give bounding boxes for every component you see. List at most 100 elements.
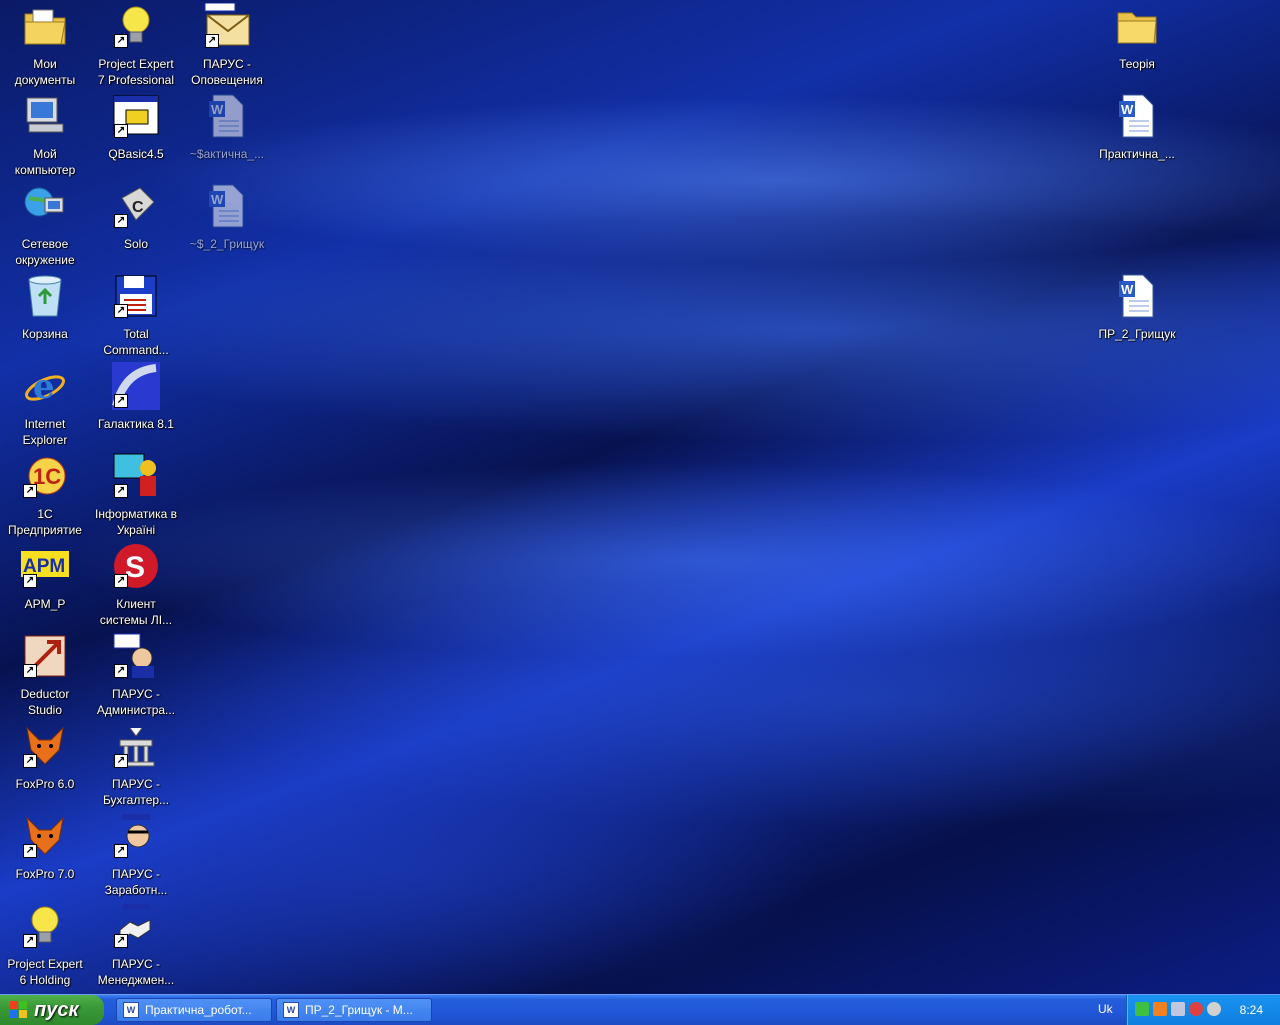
desktop-icon-network[interactable]: Сетевое окружение <box>0 180 90 268</box>
desktop-icon-my-computer[interactable]: Мой компьютер <box>0 90 90 178</box>
my-computer-icon <box>21 92 69 140</box>
icon-label: Internet Explorer <box>22 417 68 447</box>
desktop-icon-recycle-bin[interactable]: Корзина <box>0 270 90 358</box>
icon-label: QBasic4.5 <box>108 147 164 161</box>
desktop-icon-parus-admin[interactable]: ↗ ПАРУС - Администра... <box>91 630 181 718</box>
parus-mail-icon: ↗ <box>203 2 251 50</box>
icon-label: ~$актична_... <box>189 147 265 161</box>
svg-text:e: e <box>33 367 55 407</box>
word-app-icon: W <box>283 1002 299 1018</box>
desktop: Мои документы Мой компьютер Сетевое окру… <box>0 0 1280 994</box>
word-doc-icon: W <box>1113 272 1161 320</box>
icon-label: Total Command... <box>103 327 169 357</box>
project-expert-icon: ↗ <box>112 2 160 50</box>
desktop-icon-informatika[interactable]: ↗ Інформатика в Україні <box>91 450 181 538</box>
shortcut-arrow-icon: ↗ <box>114 124 128 138</box>
icon-label: FoxPro 6.0 <box>15 777 75 791</box>
desktop-icon-project-expert-7[interactable]: ↗ Project Expert 7 Professional <box>91 0 181 88</box>
icon-label: Сетевое окружение <box>15 237 75 267</box>
desktop-icon-total-commander[interactable]: ↗ Total Command... <box>91 270 181 358</box>
taskbar: пуск W Практична_робот... W ПР_2_Грищук … <box>0 994 1280 1025</box>
icon-label: 1С Предприятие <box>8 507 82 537</box>
solo-icon: C ↗ <box>112 182 160 230</box>
desktop-icon-pr2-doc[interactable]: W ПР_2_Грищук <box>1092 270 1182 358</box>
desktop-icon-temp-word-doc-1[interactable]: W ~$актична_... <box>182 90 272 178</box>
desktop-icon-parus-salary[interactable]: ↗ ПАРУС - Заработн... <box>91 810 181 898</box>
desktop-icon-foxpro6[interactable]: ↗ FoxPro 6.0 <box>0 720 90 808</box>
icon-label: ПАРУС - Менеджмен... <box>97 957 175 987</box>
word-doc-icon: W <box>203 92 251 140</box>
desktop-icon-teoriya-folder[interactable]: Теорія <box>1092 0 1182 88</box>
svg-text:W: W <box>1121 102 1134 117</box>
desktop-icon-apm[interactable]: APM ↗ APM_P <box>0 540 90 628</box>
windows-logo-icon <box>10 1001 28 1019</box>
shortcut-arrow-icon: ↗ <box>114 934 128 948</box>
word-doc-icon: W <box>1113 92 1161 140</box>
tray-app-icon[interactable] <box>1153 1002 1167 1016</box>
parus-salary-icon: ↗ <box>112 812 160 860</box>
system-tray: 8:24 <box>1126 995 1280 1025</box>
icon-label: APM_P <box>24 597 66 611</box>
desktop-icon-1c[interactable]: 1С ↗ 1С Предприятие <box>0 450 90 538</box>
shortcut-arrow-icon: ↗ <box>114 304 128 318</box>
shortcut-arrow-icon: ↗ <box>114 484 128 498</box>
icon-label: Корзина <box>22 327 68 341</box>
icon-label: FoxPro 7.0 <box>15 867 75 881</box>
start-label: пуск <box>34 998 79 1021</box>
network-tray-icon[interactable] <box>1171 1002 1185 1016</box>
desktop-icon-galaktika[interactable]: ↗ Галактика 8.1 <box>91 360 181 448</box>
icon-label: ПАРУС - Оповещения <box>191 57 263 87</box>
shortcut-arrow-icon: ↗ <box>114 394 128 408</box>
foxpro-icon: ↗ <box>21 812 69 860</box>
icon-label: Deductor Studio <box>20 687 70 717</box>
icon-label: Project Expert 6 Holding <box>7 957 83 987</box>
icon-label: Мои документы <box>14 57 76 87</box>
icon-label: ПАРУС - Администра... <box>96 687 176 717</box>
desktop-icon-client-system[interactable]: S ↗ Клиент системы ЛІ... <box>91 540 181 628</box>
shortcut-arrow-icon: ↗ <box>23 664 37 678</box>
icon-label: Клиент системы ЛІ... <box>99 597 173 627</box>
recycle-bin-icon <box>21 272 69 320</box>
shortcut-arrow-icon: ↗ <box>114 34 128 48</box>
icon-label: Project Expert 7 Professional <box>97 57 175 87</box>
task-label: Практична_робот... <box>145 1003 252 1017</box>
desktop-icon-foxpro7[interactable]: ↗ FoxPro 7.0 <box>0 810 90 898</box>
desktop-icon-project-expert-6[interactable]: ↗ Project Expert 6 Holding <box>0 900 90 988</box>
total-commander-icon: ↗ <box>112 272 160 320</box>
desktop-icon-my-documents[interactable]: Мои документы <box>0 0 90 88</box>
taskbar-button-pr2[interactable]: W ПР_2_Грищук - М... <box>276 998 432 1022</box>
parus-admin-icon: ↗ <box>112 632 160 680</box>
tray-app-icon[interactable] <box>1189 1002 1203 1016</box>
desktop-icon-deductor[interactable]: ↗ Deductor Studio <box>0 630 90 718</box>
taskbar-button-praktychna[interactable]: W Практична_робот... <box>116 998 272 1022</box>
shortcut-arrow-icon: ↗ <box>23 484 37 498</box>
1c-icon: 1С ↗ <box>21 452 69 500</box>
svg-text:W: W <box>1121 282 1134 297</box>
client-system-icon: S ↗ <box>112 542 160 590</box>
desktop-icon-parus-management[interactable]: ↗ ПАРУС - Менеджмен... <box>91 900 181 988</box>
folder-icon <box>1113 2 1161 50</box>
desktop-icon-temp-word-doc-2[interactable]: W ~$_2_Грищук <box>182 180 272 268</box>
svg-text:W: W <box>211 102 224 117</box>
desktop-icon-solo[interactable]: C ↗ Solo <box>91 180 181 268</box>
shortcut-arrow-icon: ↗ <box>23 844 37 858</box>
word-doc-icon: W <box>203 182 251 230</box>
word-app-icon: W <box>123 1002 139 1018</box>
desktop-icon-qbasic[interactable]: ↗ QBasic4.5 <box>91 90 181 178</box>
desktop-icon-praktychna-doc[interactable]: W Практична_... <box>1092 90 1182 178</box>
tray-app-icon[interactable] <box>1135 1002 1149 1016</box>
clock[interactable]: 8:24 <box>1240 1003 1263 1017</box>
icon-label: Теорія <box>1119 57 1155 71</box>
desktop-icon-parus-notifications[interactable]: ↗ ПАРУС - Оповещения <box>182 0 272 88</box>
icon-label: Галактика 8.1 <box>98 417 174 431</box>
language-indicator[interactable]: Uk <box>1098 1002 1113 1016</box>
galaktika-icon: ↗ <box>112 362 160 410</box>
informatika-icon: ↗ <box>112 452 160 500</box>
tray-app-icon[interactable] <box>1207 1002 1221 1016</box>
svg-text:S: S <box>125 551 145 584</box>
desktop-icon-internet-explorer[interactable]: e Internet Explorer <box>0 360 90 448</box>
start-button[interactable]: пуск <box>0 995 104 1025</box>
desktop-icon-parus-accounting[interactable]: ↗ ПАРУС - Бухгалтер... <box>91 720 181 808</box>
icon-label: Інформатика в Україні <box>95 507 177 537</box>
foxpro-icon: ↗ <box>21 722 69 770</box>
